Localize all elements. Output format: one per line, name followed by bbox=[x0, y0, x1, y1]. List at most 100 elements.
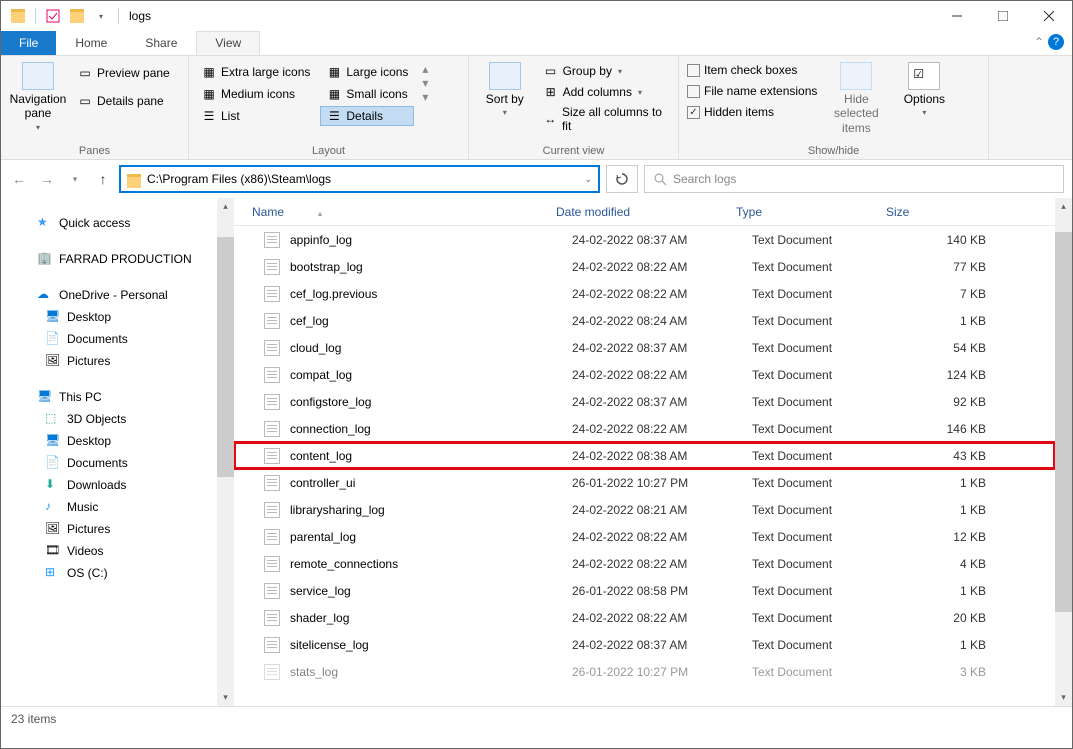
sidebar-3d-objects[interactable]: ⬚3D Objects bbox=[1, 408, 217, 430]
sidebar-od-documents[interactable]: 📄Documents bbox=[1, 328, 217, 350]
col-date[interactable]: Date modified bbox=[556, 205, 736, 219]
sidebar-od-pictures[interactable]: 🖼Pictures bbox=[1, 350, 217, 372]
file-menu[interactable]: File bbox=[1, 31, 56, 55]
up-button[interactable]: ↑ bbox=[93, 169, 113, 189]
sidebar-label: Documents bbox=[67, 456, 128, 470]
sidebar-od-desktop[interactable]: 🖥Desktop bbox=[1, 306, 217, 328]
file-row[interactable]: sitelicense_log24-02-2022 08:37 AMText D… bbox=[234, 631, 1055, 658]
hidden-items[interactable]: ✓Hidden items bbox=[685, 104, 819, 120]
back-button[interactable]: ← bbox=[9, 169, 29, 189]
file-name-extensions[interactable]: File name extensions bbox=[685, 83, 819, 99]
refresh-button[interactable] bbox=[606, 165, 638, 193]
sidebar-videos[interactable]: 🎞Videos bbox=[1, 540, 217, 562]
group-by-button[interactable]: ▭Group by▾ bbox=[541, 62, 672, 80]
qat-properties-icon[interactable] bbox=[42, 5, 64, 27]
file-row[interactable]: shader_log24-02-2022 08:22 AMText Docume… bbox=[234, 604, 1055, 631]
sidebar-this-pc[interactable]: 🖥This PC bbox=[1, 386, 217, 408]
details-pane-button[interactable]: ▭Details pane bbox=[75, 90, 172, 112]
item-check-boxes[interactable]: Item check boxes bbox=[685, 62, 819, 78]
file-row[interactable]: librarysharing_log24-02-2022 08:21 AMTex… bbox=[234, 496, 1055, 523]
minimize-button[interactable] bbox=[934, 1, 980, 31]
close-button[interactable] bbox=[1026, 1, 1072, 31]
layout-details[interactable]: ☰Details bbox=[320, 106, 414, 126]
file-row[interactable]: parental_log24-02-2022 08:22 AMText Docu… bbox=[234, 523, 1055, 550]
address-input[interactable] bbox=[147, 172, 578, 186]
file-row[interactable]: controller_ui26-01-2022 10:27 PMText Doc… bbox=[234, 469, 1055, 496]
address-dropdown-icon[interactable]: ⌄ bbox=[584, 174, 592, 185]
file-size: 1 KB bbox=[902, 584, 986, 598]
file-type: Text Document bbox=[752, 584, 902, 598]
scroll-down-icon[interactable]: ▾ bbox=[1055, 689, 1072, 706]
file-scrollbar[interactable]: ▴ ▾ bbox=[1055, 198, 1072, 706]
sidebar-label: Desktop bbox=[67, 434, 111, 448]
collapse-ribbon-icon[interactable]: ⌃ bbox=[1034, 35, 1044, 49]
file-row[interactable]: remote_connections24-02-2022 08:22 AMTex… bbox=[234, 550, 1055, 577]
sidebar-pictures[interactable]: 🖼Pictures bbox=[1, 518, 217, 540]
file-row[interactable]: compat_log24-02-2022 08:22 AMText Docume… bbox=[234, 361, 1055, 388]
scroll-thumb[interactable] bbox=[1055, 232, 1072, 612]
col-type[interactable]: Type bbox=[736, 205, 886, 219]
qat-newfolder-icon[interactable] bbox=[66, 5, 88, 27]
sidebar-desktop[interactable]: 🖥Desktop bbox=[1, 430, 217, 452]
tab-share[interactable]: Share bbox=[126, 31, 196, 55]
maximize-button[interactable] bbox=[980, 1, 1026, 31]
chevron-down-icon: ▾ bbox=[922, 108, 926, 118]
tab-home[interactable]: Home bbox=[56, 31, 126, 55]
file-type: Text Document bbox=[752, 557, 902, 571]
pc-icon: 🖥 bbox=[37, 389, 53, 405]
sidebar-os-drive[interactable]: ⊞OS (C:) bbox=[1, 562, 217, 584]
sidebar-scrollbar[interactable]: ▴ ▾ bbox=[217, 198, 234, 706]
navigation-pane-button[interactable]: Navigation pane ▾ bbox=[7, 62, 69, 132]
file-type: Text Document bbox=[752, 665, 902, 679]
options-button[interactable]: ☑ Options ▾ bbox=[893, 62, 955, 118]
file-row[interactable]: service_log26-01-2022 08:58 PMText Docum… bbox=[234, 577, 1055, 604]
sidebar-music[interactable]: ♪Music bbox=[1, 496, 217, 518]
file-type: Text Document bbox=[752, 395, 902, 409]
checkbox-checked-icon: ✓ bbox=[687, 106, 700, 119]
preview-pane-button[interactable]: ▭Preview pane bbox=[75, 62, 172, 84]
hide-selected-button[interactable]: Hide selected items bbox=[825, 62, 887, 135]
scroll-down-icon[interactable]: ▾ bbox=[217, 689, 234, 706]
size-columns-button[interactable]: ↔Size all columns to fit bbox=[541, 104, 672, 134]
file-name: cef_log.previous bbox=[290, 287, 572, 301]
col-name[interactable]: Name▴ bbox=[234, 205, 556, 219]
layout-medium[interactable]: ▦Medium icons bbox=[195, 84, 316, 104]
recent-locations-button[interactable]: ▾ bbox=[65, 169, 85, 189]
file-row[interactable]: cef_log.previous24-02-2022 08:22 AMText … bbox=[234, 280, 1055, 307]
layout-large[interactable]: ▦Large icons bbox=[320, 62, 414, 82]
sidebar-documents[interactable]: 📄Documents bbox=[1, 452, 217, 474]
forward-button[interactable]: → bbox=[37, 169, 57, 189]
sidebar-farrad[interactable]: 🏢FARRAD PRODUCTION bbox=[1, 248, 217, 270]
text-file-icon bbox=[264, 367, 280, 383]
file-row[interactable]: cloud_log24-02-2022 08:37 AMText Documen… bbox=[234, 334, 1055, 361]
file-row[interactable]: connection_log24-02-2022 08:22 AMText Do… bbox=[234, 415, 1055, 442]
layout-extra-large[interactable]: ▦Extra large icons bbox=[195, 62, 316, 82]
file-name: content_log bbox=[290, 449, 572, 463]
sidebar-onedrive[interactable]: ☁OneDrive - Personal bbox=[1, 284, 217, 306]
file-row[interactable]: bootstrap_log24-02-2022 08:22 AMText Doc… bbox=[234, 253, 1055, 280]
file-row[interactable]: content_log24-02-2022 08:38 AMText Docum… bbox=[234, 442, 1055, 469]
sidebar-downloads[interactable]: ⬇Downloads bbox=[1, 474, 217, 496]
col-size[interactable]: Size bbox=[886, 205, 970, 219]
file-row[interactable]: cef_log24-02-2022 08:24 AMText Document1… bbox=[234, 307, 1055, 334]
file-row[interactable]: appinfo_log24-02-2022 08:37 AMText Docum… bbox=[234, 226, 1055, 253]
file-name: configstore_log bbox=[290, 395, 572, 409]
sidebar-quick-access[interactable]: ★Quick access bbox=[1, 212, 217, 234]
file-size: 1 KB bbox=[902, 476, 986, 490]
column-header[interactable]: Name▴ Date modified Type Size bbox=[234, 198, 1055, 226]
scroll-up-icon[interactable]: ▴ bbox=[1055, 198, 1072, 215]
layout-scroll[interactable]: ▴▾▾ bbox=[420, 62, 430, 104]
help-icon[interactable]: ? bbox=[1048, 34, 1064, 50]
scroll-thumb[interactable] bbox=[217, 237, 234, 477]
sort-by-button[interactable]: Sort by ▾ bbox=[475, 62, 535, 118]
layout-list[interactable]: ☰List bbox=[195, 106, 316, 126]
qat-dropdown-icon[interactable]: ▾ bbox=[90, 5, 112, 27]
file-row[interactable]: configstore_log24-02-2022 08:37 AMText D… bbox=[234, 388, 1055, 415]
scroll-up-icon[interactable]: ▴ bbox=[217, 198, 234, 215]
address-input-wrap[interactable]: ⌄ bbox=[119, 165, 600, 193]
search-box[interactable]: Search logs bbox=[644, 165, 1064, 193]
layout-small[interactable]: ▦Small icons bbox=[320, 84, 414, 104]
add-columns-button[interactable]: ⊞Add columns▾ bbox=[541, 83, 672, 101]
tab-view[interactable]: View bbox=[196, 31, 260, 55]
file-row[interactable]: stats_log26-01-2022 10:27 PMText Documen… bbox=[234, 658, 1055, 685]
